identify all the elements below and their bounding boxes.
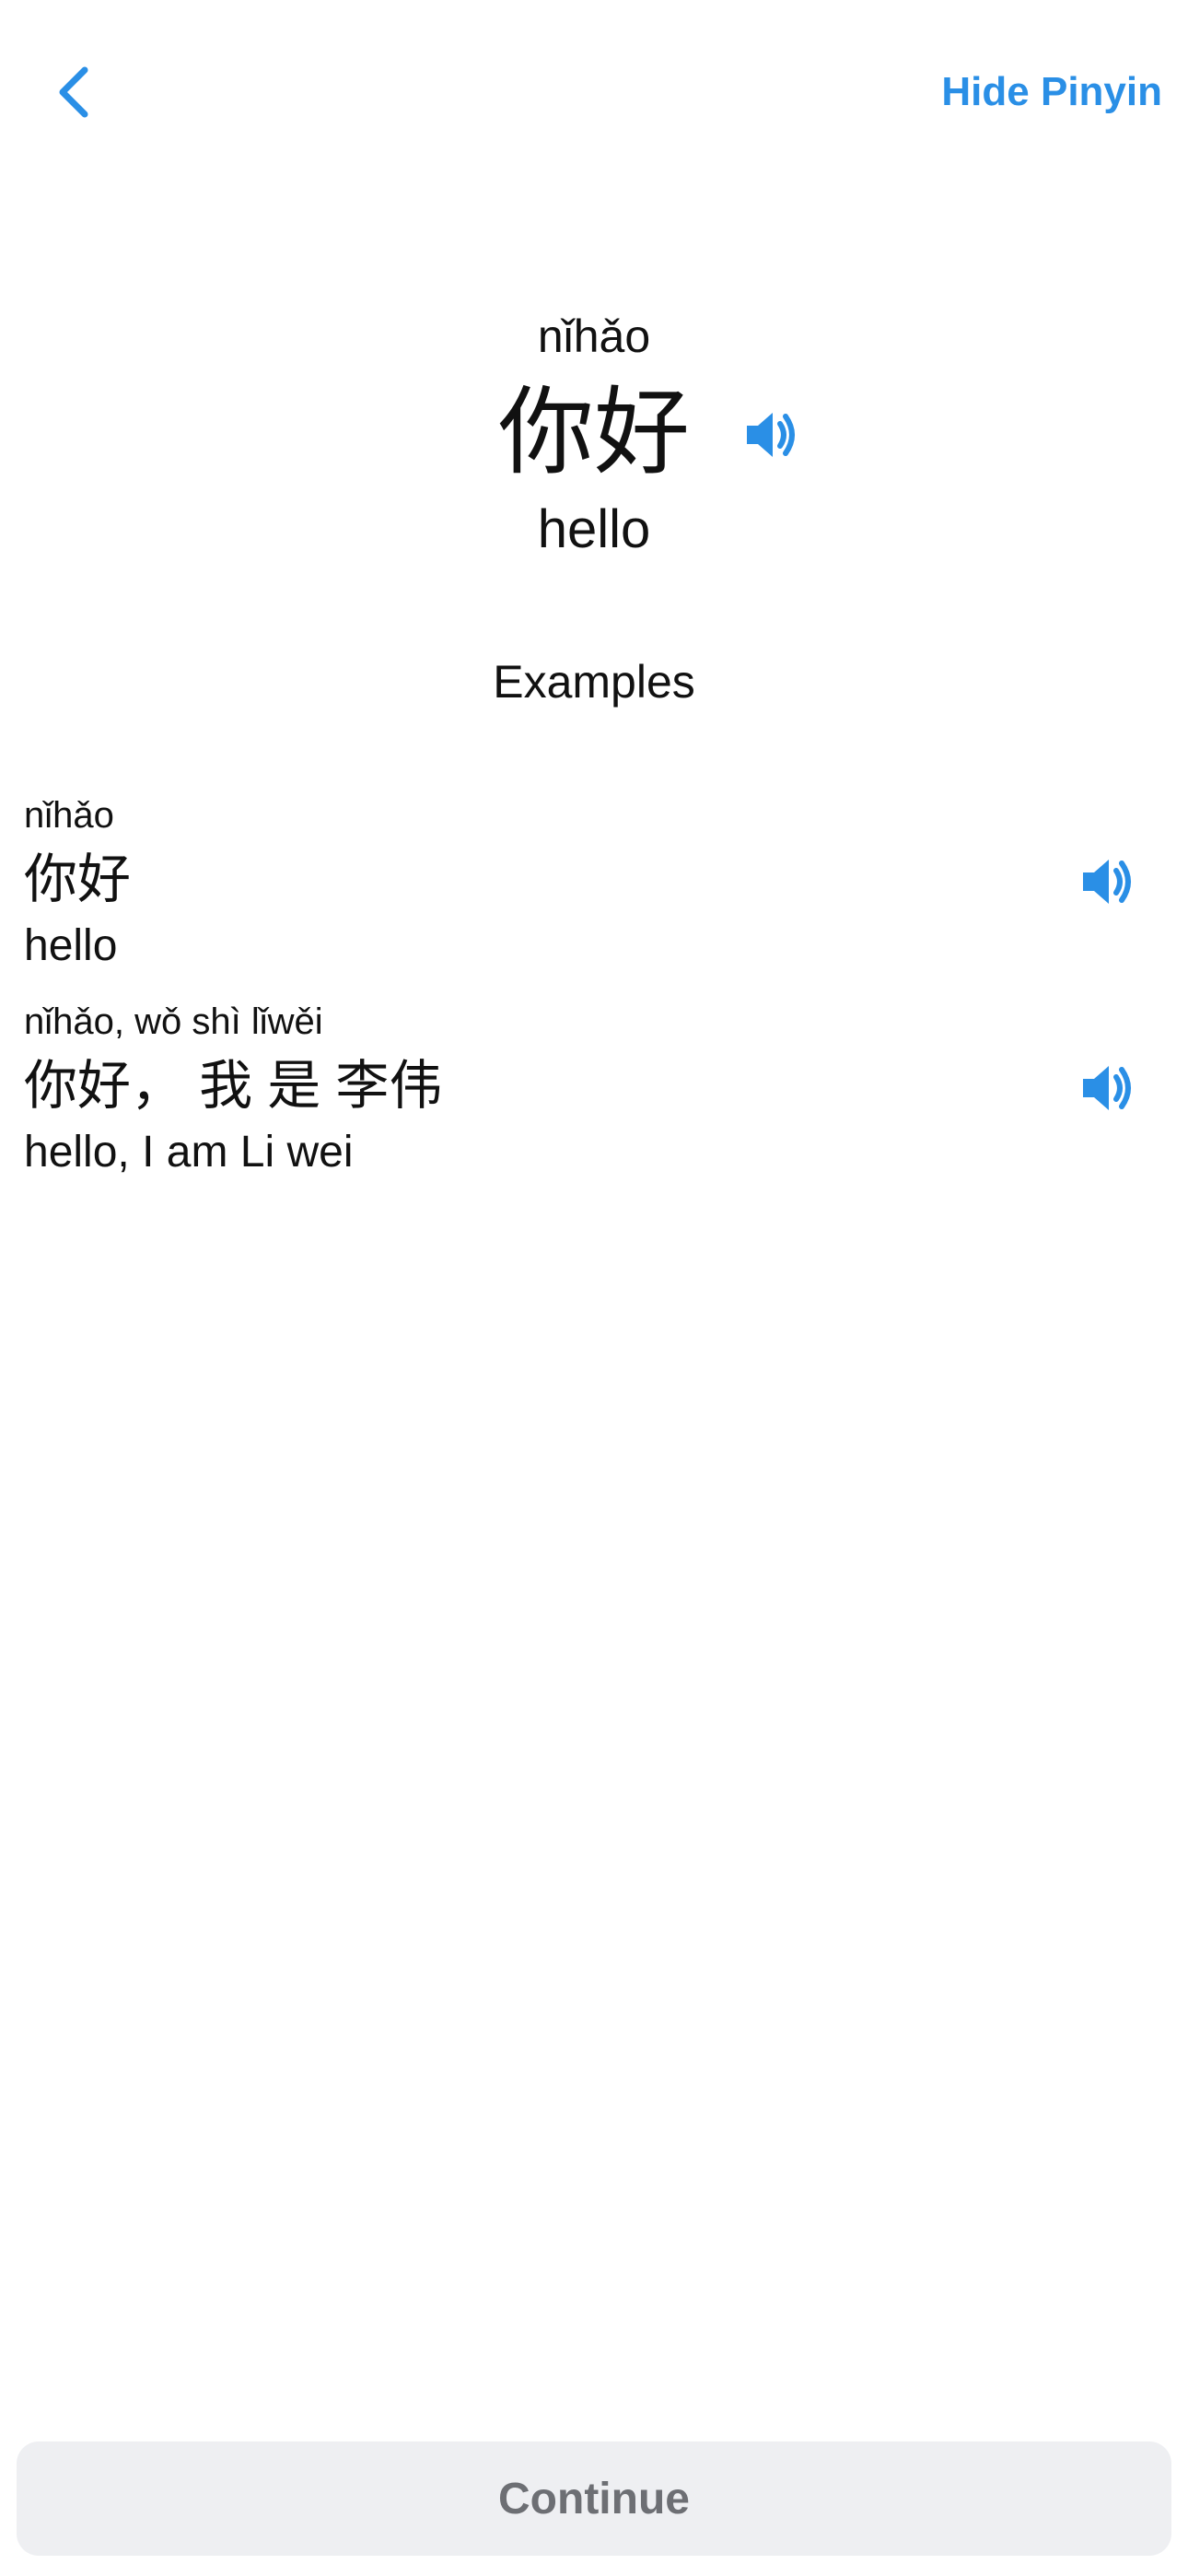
- example-pinyin: nǐhǎo: [24, 795, 114, 836]
- example-item: nǐhǎo, wǒ shì lǐwěi 你好， 我 是 李伟 hello, I …: [24, 994, 1164, 1200]
- example-hanzi: 你好: [24, 849, 132, 909]
- example-hanzi: 你好， 我 是 李伟: [24, 1056, 443, 1116]
- hide-pinyin-button[interactable]: Hide Pinyin: [941, 64, 1162, 120]
- chevron-left-icon: [59, 66, 88, 118]
- example-audio-button[interactable]: [1077, 1059, 1136, 1118]
- example-audio-button[interactable]: [1077, 852, 1136, 911]
- word-pinyin: nǐhǎo: [537, 310, 651, 362]
- word-audio-button[interactable]: [741, 405, 800, 464]
- speaker-icon: [747, 413, 795, 457]
- example-meaning: hello, I am Li wei: [24, 1128, 354, 1177]
- continue-button[interactable]: Continue: [17, 2441, 1171, 2556]
- word-hanzi: 你好: [497, 380, 690, 486]
- example-meaning: hello: [24, 921, 118, 970]
- back-button[interactable]: [37, 55, 111, 129]
- speaker-icon: [1083, 860, 1131, 904]
- example-item: nǐhǎo 你好 hello: [24, 788, 1164, 994]
- word-card: nǐhǎo 你好 hello: [0, 295, 1188, 571]
- word-meaning: hello: [537, 499, 651, 559]
- word-row: 你好: [497, 378, 795, 488]
- example-pinyin: nǐhǎo, wǒ shì lǐwěi: [24, 1001, 323, 1042]
- examples-heading: Examples: [493, 656, 695, 708]
- top-bar: Hide Pinyin: [0, 0, 1188, 184]
- speaker-icon: [1083, 1066, 1131, 1110]
- example-list: nǐhǎo 你好 hello nǐhǎo, wǒ shì lǐwěi 你好， 我…: [24, 788, 1164, 1200]
